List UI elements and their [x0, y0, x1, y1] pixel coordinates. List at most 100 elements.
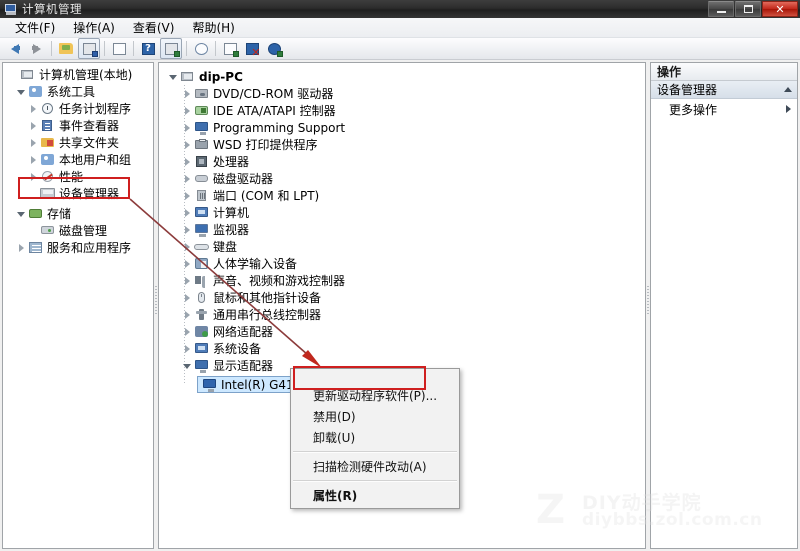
device-category-hid[interactable]: 人体学输入设备 — [159, 255, 645, 272]
tree-root-computer-management[interactable]: 计算机管理(本地) — [3, 66, 153, 83]
device-category-sound[interactable]: 声音、视频和游戏控制器 — [159, 272, 645, 289]
action-more-actions[interactable]: 更多操作 — [651, 99, 797, 119]
expander-open-icon[interactable] — [167, 70, 180, 83]
menu-file[interactable]: 文件(F) — [6, 17, 64, 38]
toolbar: ? ✕ — [0, 38, 800, 60]
expander-closed-icon[interactable] — [181, 172, 194, 185]
update-driver-button[interactable] — [264, 39, 284, 58]
sidebar-item-shared-folders[interactable]: 共享文件夹 — [3, 134, 153, 151]
computer-management-window: 计算机管理 ✕ 文件(F) 操作(A) 查看(V) 帮助(H) ? ✕ 计算机管… — [0, 0, 800, 551]
device-category-mice[interactable]: 鼠标和其他指针设备 — [159, 289, 645, 306]
sidebar-item-disk-management[interactable]: 磁盘管理 — [3, 222, 153, 239]
up-one-level-button[interactable] — [56, 39, 76, 58]
ctx-uninstall[interactable]: 卸载(U) — [291, 427, 459, 448]
ctx-properties-label: 属性(R) — [313, 489, 358, 503]
chevron-up-icon[interactable] — [784, 87, 792, 92]
expander-closed-icon[interactable] — [181, 155, 194, 168]
device-tree-root[interactable]: dip-PC — [159, 68, 645, 85]
sidebar-item-device-manager[interactable]: 设备管理器 — [3, 185, 153, 203]
menu-help[interactable]: 帮助(H) — [183, 17, 243, 38]
expander-closed-icon[interactable] — [27, 170, 40, 183]
system-devices-icon — [194, 342, 210, 356]
ctx-properties[interactable]: 属性(R) — [291, 485, 459, 506]
expander-closed-icon[interactable] — [181, 189, 194, 202]
menu-action[interactable]: 操作(A) — [64, 17, 124, 38]
properties-button[interactable] — [220, 39, 240, 58]
hid-icon — [194, 257, 210, 271]
device-category-disk-drives[interactable]: 磁盘驱动器 — [159, 170, 645, 187]
sidebar-item-local-users-and-groups[interactable]: 本地用户和组 — [3, 151, 153, 168]
expander-closed-icon[interactable] — [181, 240, 194, 253]
maximize-button[interactable] — [735, 1, 761, 17]
expander-open-icon[interactable] — [15, 85, 28, 98]
help-button[interactable]: ? — [138, 39, 158, 58]
disk-management-icon — [40, 224, 56, 238]
show-hide-console-tree-button[interactable] — [78, 38, 100, 59]
device-category-wsd-printer[interactable]: WSD 打印提供程序 — [159, 136, 645, 153]
expander-closed-icon[interactable] — [181, 138, 194, 151]
actions-section-device-manager[interactable]: 设备管理器 — [651, 81, 797, 99]
expander-closed-icon[interactable] — [181, 325, 194, 338]
expander-closed-icon[interactable] — [181, 206, 194, 219]
sidebar-item-services-and-applications[interactable]: 服务和应用程序 — [3, 239, 153, 256]
expander-closed-icon[interactable] — [15, 241, 28, 254]
device-category-dvd[interactable]: DVD/CD-ROM 驱动器 — [159, 85, 645, 102]
export-list-icon — [112, 42, 126, 55]
console-tree-pane[interactable]: 计算机管理(本地) 系统工具 任务计划程序 事件查看器 共享文件夹 本地用户和组… — [2, 62, 154, 549]
up-one-level-icon — [59, 43, 73, 54]
ctx-scan-hardware[interactable]: 扫描检测硬件改动(A) — [291, 456, 459, 477]
sidebar-item-event-viewer[interactable]: 事件查看器 — [3, 117, 153, 134]
expander-closed-icon[interactable] — [181, 342, 194, 355]
ctx-disable[interactable]: 禁用(D) — [291, 406, 459, 427]
ctx-update-driver[interactable]: 更新驱动程序软件(P)... — [291, 385, 459, 406]
ctx-update-driver-label: 更新驱动程序软件(P)... — [313, 389, 438, 403]
device-category-label: 计算机 — [213, 205, 250, 220]
sidebar-item-storage[interactable]: 存储 — [3, 205, 153, 222]
device-category-monitors[interactable]: 监视器 — [159, 221, 645, 238]
expander-closed-icon[interactable] — [27, 136, 40, 149]
export-list-button[interactable] — [109, 39, 129, 58]
device-context-menu[interactable]: 更新驱动程序软件(P)... 禁用(D) 卸载(U) 扫描检测硬件改动(A) 属… — [290, 368, 460, 509]
uninstall-button[interactable]: ✕ — [242, 39, 262, 58]
close-button[interactable]: ✕ — [762, 1, 798, 17]
device-category-system-devices[interactable]: 系统设备 — [159, 340, 645, 357]
scan-hardware-changes-button[interactable] — [191, 39, 211, 58]
device-category-programming-support[interactable]: Programming Support — [159, 119, 645, 136]
printer-icon — [194, 138, 210, 152]
device-manager-icon — [40, 187, 56, 201]
ctx-uninstall-label: 卸载(U) — [313, 431, 356, 445]
expander-closed-icon[interactable] — [181, 104, 194, 117]
expander-closed-icon[interactable] — [27, 153, 40, 166]
sidebar-label-services-apps: 服务和应用程序 — [47, 240, 132, 255]
expander-closed-icon[interactable] — [181, 121, 194, 134]
device-category-ide[interactable]: IDE ATA/ATAPI 控制器 — [159, 102, 645, 119]
expander-closed-icon[interactable] — [181, 223, 194, 236]
expander-closed-icon[interactable] — [181, 308, 194, 321]
back-button[interactable] — [5, 39, 25, 58]
device-category-keyboards[interactable]: 键盘 — [159, 238, 645, 255]
usb-icon — [194, 308, 210, 322]
expander-closed-icon[interactable] — [181, 291, 194, 304]
show-hide-action-pane-button[interactable] — [160, 38, 182, 59]
sidebar-item-system-tools[interactable]: 系统工具 — [3, 83, 153, 100]
sidebar-label-local-users: 本地用户和组 — [59, 152, 132, 167]
sidebar-item-task-scheduler[interactable]: 任务计划程序 — [3, 100, 153, 117]
device-category-network-adapters[interactable]: 网络适配器 — [159, 323, 645, 340]
expander-closed-icon[interactable] — [181, 87, 194, 100]
device-category-processors[interactable]: 处理器 — [159, 153, 645, 170]
device-category-usb[interactable]: 通用串行总线控制器 — [159, 306, 645, 323]
expander-closed-icon[interactable] — [27, 119, 40, 132]
expander-open-icon[interactable] — [15, 207, 28, 220]
device-category-computer[interactable]: 计算机 — [159, 204, 645, 221]
forward-button[interactable] — [27, 39, 47, 58]
minimize-button[interactable] — [708, 1, 734, 17]
expander-closed-icon[interactable] — [181, 274, 194, 287]
expander-open-icon[interactable] — [181, 359, 194, 372]
expander-closed-icon[interactable] — [181, 257, 194, 270]
expander-closed-icon[interactable] — [27, 102, 40, 115]
device-category-ports[interactable]: 端口 (COM 和 LPT) — [159, 187, 645, 204]
menu-view[interactable]: 查看(V) — [124, 17, 184, 38]
ctx-scan-hardware-label: 扫描检测硬件改动(A) — [313, 460, 427, 474]
dvd-drive-icon — [194, 87, 210, 101]
sidebar-item-performance[interactable]: 性能 — [3, 168, 153, 185]
